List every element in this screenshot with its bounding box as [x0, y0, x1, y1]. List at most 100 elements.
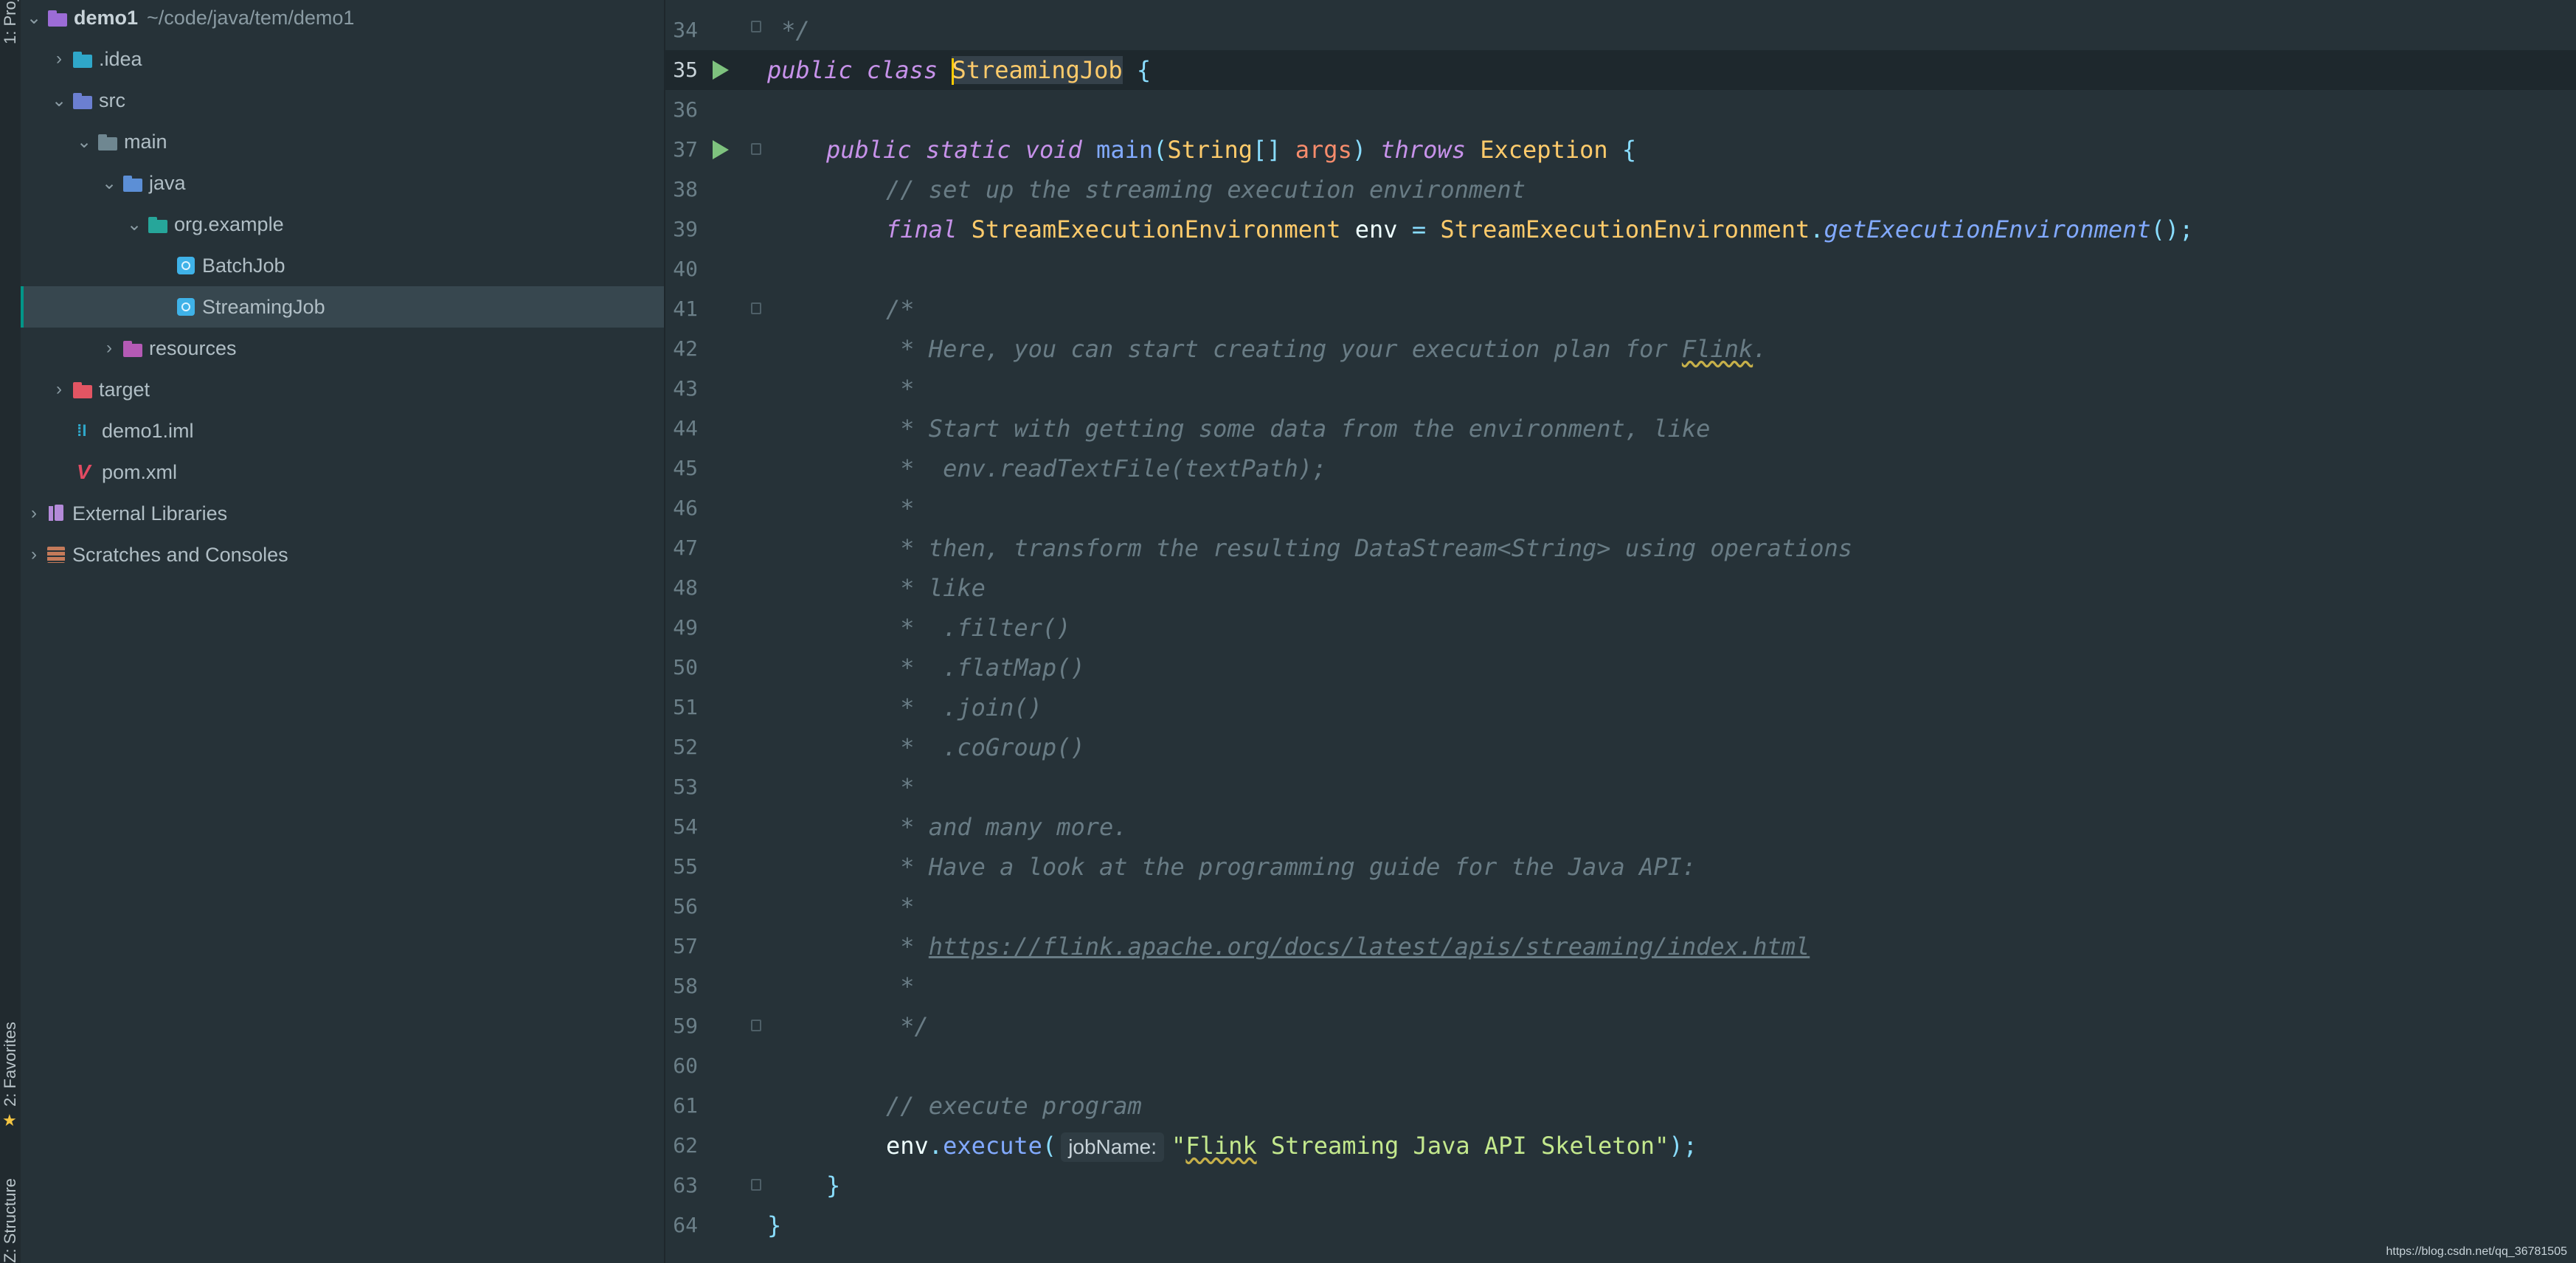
line-number: 63	[673, 1173, 698, 1197]
code-line[interactable]: 39 final StreamExecutionEnvironment env …	[665, 210, 2576, 249]
tree-item-src[interactable]: ⌄ src	[21, 80, 664, 121]
code-line[interactable]: 53 *	[665, 767, 2576, 807]
code-text: * https://flink.apache.org/docs/latest/a…	[886, 927, 1810, 966]
code-line[interactable]: 58 *	[665, 966, 2576, 1006]
code-line-current[interactable]: 35 public class StreamingJob {	[665, 50, 2576, 90]
keyword: throws	[1380, 136, 1481, 164]
chevron-right-icon[interactable]: ›	[102, 338, 117, 359]
code-line[interactable]: 61 // execute program	[665, 1086, 2576, 1126]
code-line[interactable]: 56 *	[665, 887, 2576, 927]
code-line[interactable]: 62 env.execute(jobName: "Flink Streaming …	[665, 1126, 2576, 1166]
code-line[interactable]: 36	[665, 90, 2576, 130]
code-line[interactable]: 64 }	[665, 1205, 2576, 1245]
tree-item-idea[interactable]: › .idea	[21, 38, 664, 80]
code-line[interactable]: 34 */	[665, 10, 2576, 50]
code-line[interactable]: 43 *	[665, 369, 2576, 409]
code-editor[interactable]: 34 */ 35 public class StreamingJob { 36 …	[665, 0, 2576, 1263]
code-line[interactable]: 46 *	[665, 488, 2576, 528]
tree-item-main[interactable]: ⌄ main	[21, 121, 664, 162]
code-text: * like	[886, 574, 986, 602]
code-line[interactable]: 52 * .coGroup()	[665, 727, 2576, 767]
code-line[interactable]: 40	[665, 249, 2576, 289]
code-line[interactable]: 54 * and many more.	[665, 807, 2576, 847]
structure-tool-tab[interactable]: Z: Structure	[0, 1162, 21, 1263]
tree-item-label: .idea	[99, 47, 142, 70]
code-line[interactable]: 63 }	[665, 1166, 2576, 1205]
module-folder-icon	[47, 9, 69, 27]
tree-item-demo1-iml[interactable]: ⁞I demo1.iml	[21, 410, 664, 451]
library-icon	[47, 504, 66, 523]
type-name: Exception	[1480, 136, 1608, 164]
operator: .	[928, 1132, 944, 1160]
tree-item-scratches[interactable]: › Scratches and Consoles	[21, 534, 664, 575]
line-number: 37	[673, 137, 698, 162]
code-line[interactable]: 38 // set up the streaming execution env…	[665, 170, 2576, 210]
project-tool-tab[interactable]: 1: Project	[0, 0, 21, 44]
favorites-tool-tab[interactable]: 2: Favorites	[0, 1018, 21, 1107]
line-number: 51	[673, 695, 698, 719]
fold-icon[interactable]	[751, 1179, 761, 1191]
tree-item-streamingjob[interactable]: StreamingJob	[21, 286, 664, 328]
fold-icon[interactable]	[751, 1020, 761, 1031]
code-line[interactable]: 60	[665, 1046, 2576, 1086]
code-line[interactable]: 51 * .join()	[665, 688, 2576, 727]
tree-item-java[interactable]: ⌄ java	[21, 162, 664, 204]
code-line[interactable]: 37 public static void main(String[] args…	[665, 130, 2576, 170]
code-line[interactable]: 55 * Have a look at the programming guid…	[665, 847, 2576, 887]
chevron-right-icon[interactable]: ›	[27, 544, 41, 565]
tree-item-batchjob[interactable]: BatchJob	[21, 245, 664, 286]
watermark: https://blog.csdn.net/qq_36781505	[2386, 1245, 2567, 1258]
star-icon: ★	[2, 1111, 17, 1129]
fold-icon[interactable]	[751, 21, 761, 32]
tree-item-label: resources	[149, 336, 237, 359]
code-line[interactable]: 48 * like	[665, 568, 2576, 608]
fold-icon[interactable]	[751, 302, 761, 314]
typo-word: Flink	[1681, 335, 1753, 363]
line-number: 46	[673, 496, 698, 520]
code-line[interactable]: 45 * env.readTextFile(textPath);	[665, 449, 2576, 488]
chevron-down-icon[interactable]: ⌄	[27, 7, 41, 29]
java-class-icon	[177, 298, 195, 316]
code-line[interactable]: 47 * then, transform the resulting DataS…	[665, 528, 2576, 568]
code-line[interactable]: 44 * Start with getting some data from t…	[665, 409, 2576, 449]
line-number: 58	[673, 974, 698, 998]
keyword: final	[886, 215, 972, 243]
tree-item-resources[interactable]: › resources	[21, 328, 664, 369]
chevron-right-icon[interactable]: ›	[27, 503, 41, 524]
line-number: 60	[673, 1053, 698, 1078]
code-line[interactable]: 49 * .filter()	[665, 608, 2576, 648]
line-number: 42	[673, 336, 698, 361]
code-text: */	[767, 16, 810, 44]
line-number: 35	[673, 58, 698, 82]
chevron-down-icon[interactable]: ⌄	[127, 214, 142, 235]
type-name: String	[1167, 136, 1253, 164]
line-number: 45	[673, 456, 698, 480]
code-text: // set up the streaming execution enviro…	[886, 176, 1526, 204]
tree-item-pom-xml[interactable]: V pom.xml	[21, 451, 664, 493]
tree-item-org-example[interactable]: ⌄ org.example	[21, 204, 664, 245]
tree-root[interactable]: ⌄ demo1 ~/code/java/tem/demo1	[21, 0, 664, 38]
chevron-down-icon[interactable]: ⌄	[102, 173, 117, 194]
run-icon[interactable]	[713, 140, 729, 159]
line-number: 56	[673, 894, 698, 918]
code-line[interactable]: 50 * .flatMap()	[665, 648, 2576, 688]
tree-item-external-libraries[interactable]: › External Libraries	[21, 493, 664, 534]
chevron-down-icon[interactable]: ⌄	[77, 131, 91, 153]
code-line[interactable]: 59 */	[665, 1006, 2576, 1046]
chevron-right-icon[interactable]: ›	[52, 379, 66, 400]
iml-file-icon: ⁞I	[77, 421, 87, 440]
doc-link[interactable]: https://flink.apache.org/docs/latest/api…	[929, 932, 1810, 961]
code-line[interactable]: 42 * Here, you can start creating your e…	[665, 329, 2576, 369]
chevron-down-icon[interactable]: ⌄	[52, 90, 66, 111]
root-name: demo1	[74, 6, 139, 29]
tree-item-label: main	[124, 130, 167, 153]
chevron-right-icon[interactable]: ›	[52, 49, 66, 69]
run-icon[interactable]	[713, 60, 729, 80]
code-line[interactable]: 41 /*	[665, 289, 2576, 329]
code-line[interactable]: 57 * https://flink.apache.org/docs/lates…	[665, 927, 2576, 966]
fold-icon[interactable]	[751, 143, 761, 155]
source-root-folder-icon	[122, 174, 145, 192]
brackets: []	[1252, 136, 1295, 164]
code-text: * then, transform the resulting DataStre…	[886, 534, 1853, 562]
tree-item-target[interactable]: › target	[21, 369, 664, 410]
